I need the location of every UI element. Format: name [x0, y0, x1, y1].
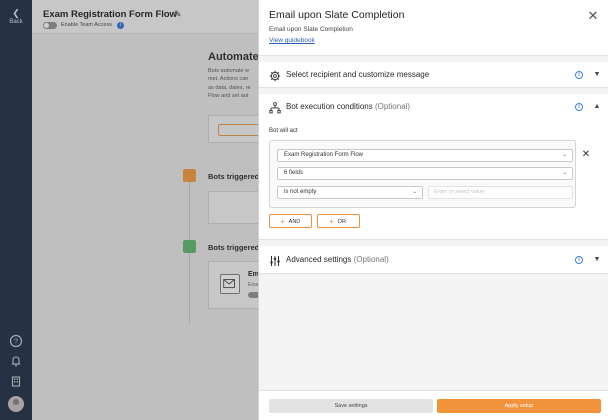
chevron-down-icon[interactable]: ▼: [592, 70, 602, 80]
advanced-title-text: Advanced settings: [286, 255, 352, 264]
guidebook-link[interactable]: View guidebook: [269, 37, 315, 44]
apply-setup-button[interactable]: Apply setup: [437, 399, 601, 413]
hierarchy-icon: [269, 101, 281, 114]
drawer-header: Email upon Slate Completion Email upon S…: [259, 0, 608, 56]
flow-select-value: Exam Registration Form Flow: [284, 152, 364, 158]
chevron-down-icon[interactable]: ▼: [592, 255, 602, 265]
chevron-down-icon: ⌄: [562, 152, 567, 158]
operator-select-value: is not empty: [284, 189, 317, 195]
save-settings-button[interactable]: Save settings: [269, 399, 433, 413]
recipient-section[interactable]: Select recipient and customize message i…: [259, 62, 608, 88]
modal-overlay[interactable]: [0, 0, 258, 420]
conditions-section-title: Bot execution conditions (Optional): [286, 102, 410, 111]
add-and-button[interactable]: + AND: [269, 214, 312, 228]
flow-select[interactable]: Exam Registration Form Flow ⌄: [277, 149, 573, 162]
info-icon[interactable]: i: [575, 256, 583, 264]
chevron-down-icon: ⌄: [562, 170, 567, 176]
settings-drawer: Email upon Slate Completion Email upon S…: [258, 0, 608, 420]
drawer-title: Email upon Slate Completion: [269, 9, 405, 21]
chevron-up-icon[interactable]: ▲: [592, 102, 602, 112]
plus-icon: +: [280, 217, 285, 226]
bot-will-act-label: Bot will act: [269, 128, 298, 134]
drawer-footer: Save settings Apply setup: [259, 390, 608, 420]
remove-condition-icon[interactable]: ✕: [581, 150, 591, 160]
info-icon[interactable]: i: [575, 71, 583, 79]
optional-tag: (Optional): [374, 102, 411, 111]
close-icon[interactable]: ✕: [586, 9, 600, 23]
info-icon[interactable]: i: [575, 103, 583, 111]
gear-icon: [269, 69, 281, 82]
fields-select-value: 6 fields: [284, 170, 304, 176]
advanced-section[interactable]: Advanced settings (Optional) i ▼: [259, 246, 608, 274]
recipient-section-title: Select recipient and customize message: [286, 70, 430, 79]
optional-tag: (Optional): [353, 255, 389, 264]
value-input[interactable]: Enter or select value: [428, 186, 573, 199]
advanced-section-title: Advanced settings (Optional): [286, 255, 389, 264]
plus-icon: +: [329, 217, 334, 226]
drawer-subtitle: Email upon Slate Completion: [269, 26, 353, 33]
sliders-icon: [269, 254, 281, 266]
fields-select[interactable]: 6 fields ⌄: [277, 167, 573, 180]
condition-group: Exam Registration Form Flow ⌄ 6 fields ⌄…: [269, 140, 576, 208]
chevron-down-icon: ⌄: [412, 189, 417, 195]
and-label: AND: [288, 219, 301, 225]
conditions-title-text: Bot execution conditions: [286, 102, 373, 111]
or-label: OR: [337, 219, 346, 225]
operator-select[interactable]: is not empty ⌄: [277, 186, 423, 199]
add-or-button[interactable]: + OR: [317, 214, 360, 228]
